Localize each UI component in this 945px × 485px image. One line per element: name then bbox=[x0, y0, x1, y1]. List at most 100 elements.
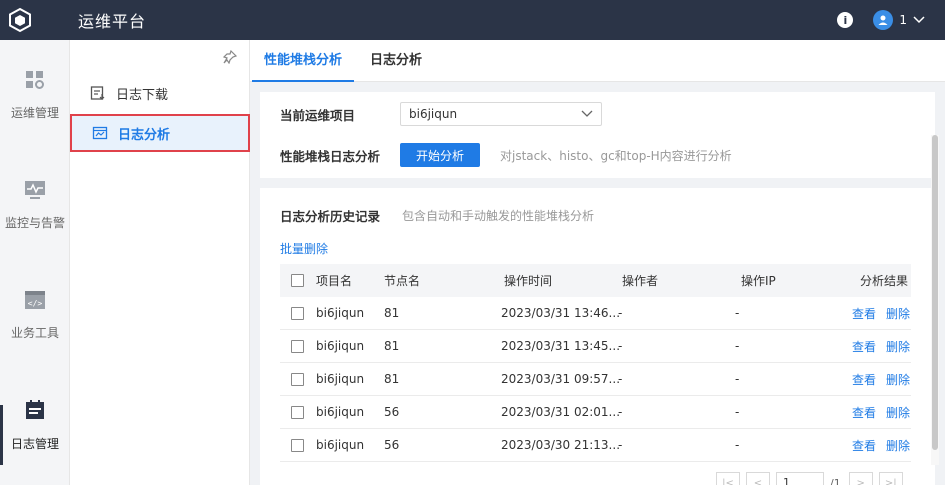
col-header: 操作IP bbox=[741, 274, 776, 288]
table-row: bi6jiqun 81 2023/03/31 13:46... - - 查看 删… bbox=[280, 297, 911, 330]
table-row: bi6jiqun 81 2023/03/31 13:45... - - 查看 删… bbox=[280, 330, 911, 363]
col-header: 操作者 bbox=[622, 274, 659, 288]
cell-node: 81 bbox=[384, 306, 400, 320]
rail-label: 业务工具 bbox=[10, 325, 59, 340]
left-icon-rail: 运维管理 监控与告警 </> 业务工具 日志管理 bbox=[0, 40, 70, 485]
user-avatar-icon bbox=[873, 10, 894, 30]
table-row: bi6jiqun 56 2023/03/31 02:01... - - 查看 删… bbox=[280, 396, 911, 429]
cell-time: 2023/03/31 02:01... bbox=[501, 405, 621, 419]
cell-ip: - bbox=[735, 306, 740, 320]
history-desc: 包含自动和手动触发的性能堆栈分析 bbox=[402, 209, 595, 223]
cell-time: 2023/03/31 13:46... bbox=[501, 306, 621, 320]
cell-project: bi6jiqun bbox=[316, 438, 365, 452]
row-checkbox[interactable] bbox=[291, 372, 304, 386]
start-analysis-button[interactable]: 开始分析 bbox=[400, 143, 481, 167]
delete-link[interactable]: 删除 bbox=[886, 404, 910, 421]
cell-operator: - bbox=[618, 306, 623, 320]
row-checkbox[interactable] bbox=[291, 306, 304, 320]
scroll-thumb[interactable] bbox=[932, 135, 938, 450]
view-link[interactable]: 查看 bbox=[852, 305, 876, 322]
grid-settings-icon bbox=[26, 70, 44, 89]
monitor-icon bbox=[25, 180, 45, 199]
col-header: 操作时间 bbox=[504, 274, 553, 288]
main-content: 性能堆栈分析 日志分析 当前运维项目 bi6jiqun 性能堆栈日志分析 开始分… bbox=[250, 40, 945, 485]
cell-project: bi6jiqun bbox=[316, 372, 365, 386]
project-label: 当前运维项目 bbox=[280, 107, 356, 123]
log-analysis-icon bbox=[92, 126, 108, 140]
prev-page-icon[interactable]: < bbox=[746, 472, 770, 485]
info-icon[interactable]: i bbox=[837, 12, 854, 28]
row-checkbox[interactable] bbox=[291, 438, 304, 452]
table-row: bi6jiqun 56 2023/03/30 21:13... - - 查看 删… bbox=[280, 429, 911, 462]
cell-operator: - bbox=[618, 405, 623, 419]
history-title: 日志分析历史记录 bbox=[280, 209, 381, 224]
cell-project: bi6jiqun bbox=[316, 306, 365, 320]
cell-node: 56 bbox=[384, 405, 400, 419]
view-link[interactable]: 查看 bbox=[852, 338, 876, 355]
view-link[interactable]: 查看 bbox=[852, 371, 876, 388]
last-page-icon[interactable]: >| bbox=[878, 472, 903, 485]
cell-operator: - bbox=[618, 339, 623, 353]
vertical-scrollbar[interactable] bbox=[931, 135, 939, 465]
user-name: 1 bbox=[899, 13, 907, 27]
subnav-item-log-analysis[interactable]: 日志分析 bbox=[70, 114, 250, 152]
rail-label: 日志管理 bbox=[10, 436, 59, 451]
delete-link[interactable]: 删除 bbox=[886, 437, 910, 454]
col-header: 分析结果 bbox=[860, 274, 909, 288]
next-page-icon[interactable]: > bbox=[848, 472, 873, 485]
top-bar: 运维平台 i 1 bbox=[0, 0, 945, 40]
table-header: 项目名 节点名 操作时间 操作者 操作IP 分析结果 bbox=[280, 264, 911, 297]
project-select-value: bi6jiqun bbox=[409, 107, 458, 121]
user-menu[interactable]: 1 bbox=[873, 10, 925, 30]
cell-time: 2023/03/30 21:13... bbox=[501, 438, 621, 452]
chevron-down-icon bbox=[913, 16, 925, 24]
cell-project: bi6jiqun bbox=[316, 405, 365, 419]
cell-node: 56 bbox=[384, 438, 400, 452]
row-checkbox[interactable] bbox=[291, 339, 304, 353]
view-link[interactable]: 查看 bbox=[852, 437, 876, 454]
rail-item-tools[interactable]: </> 业务工具 bbox=[0, 260, 70, 370]
rail-item-monitor[interactable]: 监控与告警 bbox=[0, 150, 70, 260]
app-title: 运维平台 bbox=[78, 12, 147, 31]
subnav-label: 日志下载 bbox=[116, 87, 169, 103]
cell-ip: - bbox=[735, 339, 740, 353]
row-checkbox[interactable] bbox=[291, 405, 304, 419]
col-header: 节点名 bbox=[384, 274, 421, 288]
svg-text:</>: </> bbox=[28, 299, 43, 308]
view-link[interactable]: 查看 bbox=[852, 404, 876, 421]
subnav-label: 日志分析 bbox=[118, 127, 171, 143]
delete-link[interactable]: 删除 bbox=[886, 338, 910, 355]
cell-ip: - bbox=[735, 372, 740, 386]
rail-label: 运维管理 bbox=[10, 105, 59, 120]
cell-node: 81 bbox=[384, 372, 400, 386]
first-page-icon[interactable]: |< bbox=[716, 472, 740, 485]
table-row: bi6jiqun 81 2023/03/31 09:57... - - 查看 删… bbox=[280, 363, 911, 396]
app-logo-icon[interactable] bbox=[0, 0, 40, 40]
cell-ip: - bbox=[735, 405, 740, 419]
cell-time: 2023/03/31 13:45... bbox=[501, 339, 621, 353]
page-total: /1 bbox=[830, 476, 841, 485]
analysis-form-card: 当前运维项目 bi6jiqun 性能堆栈日志分析 开始分析 对jstack、hi… bbox=[260, 92, 935, 178]
bulk-delete-link[interactable]: 批量删除 bbox=[280, 240, 328, 257]
tab-log-analysis[interactable]: 日志分析 bbox=[356, 40, 436, 82]
tab-bar: 性能堆栈分析 日志分析 bbox=[250, 40, 945, 82]
log-download-icon bbox=[90, 86, 105, 100]
subnav-item-log-download[interactable]: 日志下载 bbox=[70, 74, 250, 112]
col-header: 项目名 bbox=[316, 274, 353, 288]
delete-link[interactable]: 删除 bbox=[886, 305, 910, 322]
cell-operator: - bbox=[618, 438, 623, 452]
pagination: |< < 1 /1 > >| bbox=[716, 472, 909, 485]
delete-link[interactable]: 删除 bbox=[886, 371, 910, 388]
rail-label: 监控与告警 bbox=[4, 215, 65, 230]
page-input[interactable]: 1 bbox=[776, 472, 824, 485]
history-table: 项目名 节点名 操作时间 操作者 操作IP 分析结果 bi6jiqun 81 2… bbox=[280, 264, 911, 462]
select-all-checkbox[interactable] bbox=[291, 274, 304, 287]
pin-icon[interactable] bbox=[222, 49, 238, 67]
project-select[interactable]: bi6jiqun bbox=[400, 102, 602, 126]
code-window-icon: </> bbox=[25, 290, 45, 309]
rail-item-ops[interactable]: 运维管理 bbox=[0, 40, 70, 150]
rail-item-logs[interactable]: 日志管理 bbox=[0, 370, 70, 480]
tab-perf-stack[interactable]: 性能堆栈分析 bbox=[250, 40, 356, 82]
stack-label: 性能堆栈日志分析 bbox=[280, 148, 381, 164]
cell-operator: - bbox=[618, 372, 623, 386]
